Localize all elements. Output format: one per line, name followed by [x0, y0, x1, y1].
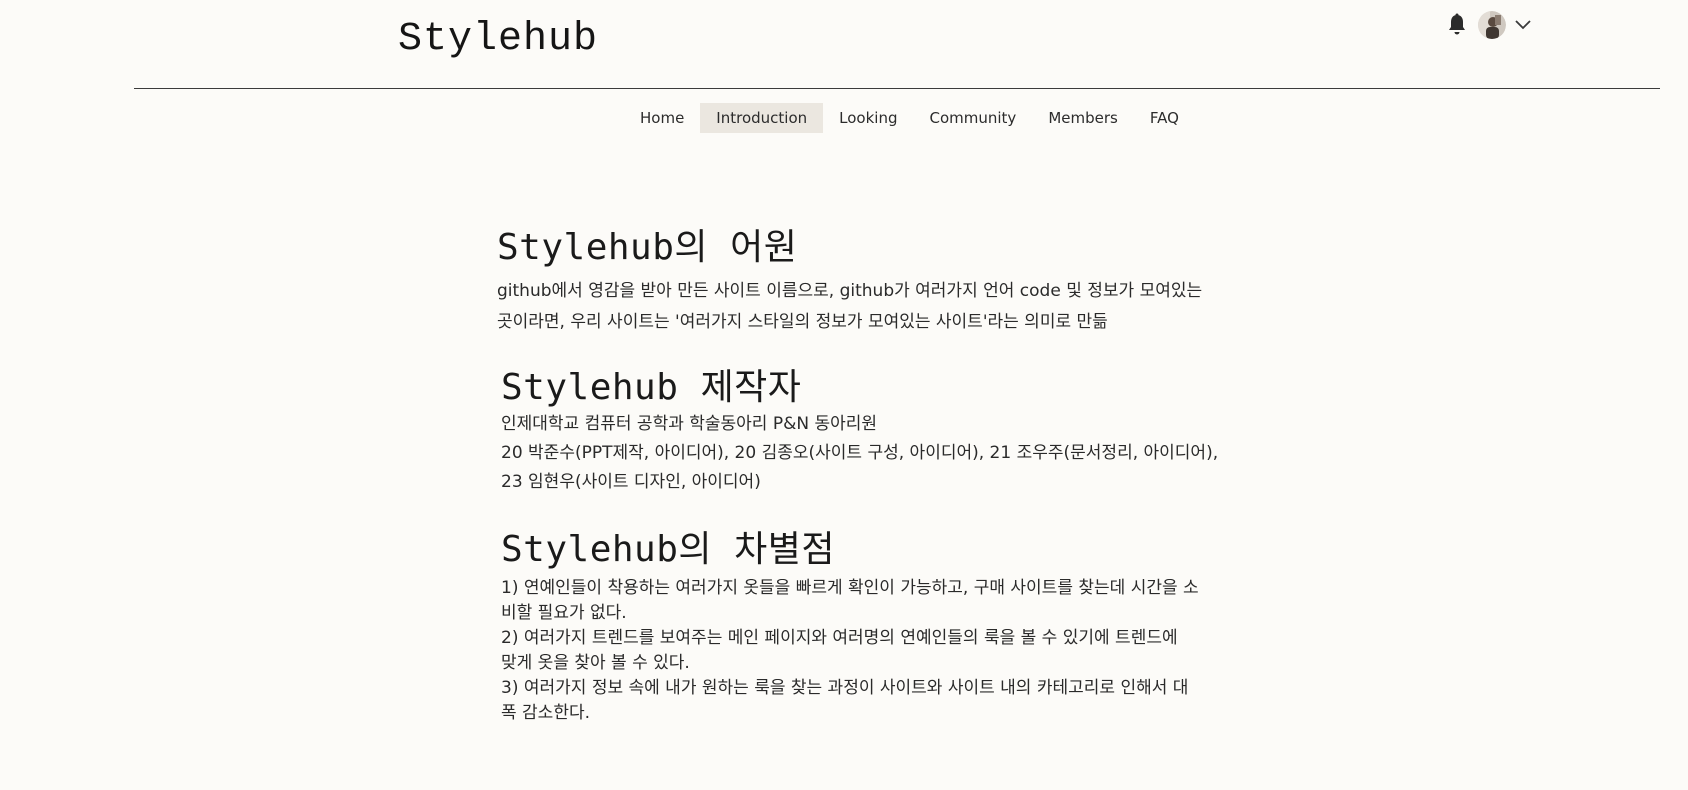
nav-item-introduction[interactable]: Introduction — [700, 103, 824, 133]
makers-line: 20 박준수(PPT제작, 아이디어), 20 김종오(사이트 구성, 아이디어… — [501, 443, 1219, 463]
difference-line: 1) 연예인들이 착용하는 여러가지 옷들을 빠르게 확인이 가능하고, 구매 … — [501, 578, 1199, 598]
makers-text: 인제대학교 컴퓨터 공학과 학술동아리 P&N 동아리원 20 박준수(PPT제… — [501, 410, 1291, 497]
origin-section: Stylehub의 어원 github에서 영감을 받아 만든 사이트 이름으로… — [497, 226, 1287, 338]
nav-item-community[interactable]: Community — [913, 103, 1032, 133]
difference-section: Stylehub의 차별점 1) 연예인들이 착용하는 여러가지 옷들을 빠르게… — [501, 528, 1291, 726]
makers-section: Stylehub 제작자 인제대학교 컴퓨터 공학과 학술동아리 P&N 동아리… — [501, 366, 1291, 497]
origin-text: github에서 영감을 받아 만든 사이트 이름으로, github가 여러가… — [497, 276, 1287, 338]
page: Stylehub Home Introduction Looking Commu… — [0, 0, 1688, 790]
origin-line: 곳이라면, 우리 사이트는 '여러가지 스타일의 정보가 모여있는 사이트'라는… — [497, 312, 1108, 332]
makers-line: 23 임현우(사이트 디자인, 아이디어) — [501, 472, 761, 492]
difference-heading: Stylehub의 차별점 — [501, 529, 836, 570]
site-title[interactable]: Stylehub — [398, 16, 598, 64]
makers-line: 인제대학교 컴퓨터 공학과 학술동아리 P&N 동아리원 — [501, 414, 878, 434]
header-tools — [1446, 10, 1532, 40]
difference-text: 1) 연예인들이 착용하는 여러가지 옷들을 빠르게 확인이 가능하고, 구매 … — [501, 576, 1291, 726]
main-nav: Home Introduction Looking Community Memb… — [624, 103, 1195, 133]
difference-line: 비할 필요가 없다. — [501, 603, 627, 623]
nav-item-faq[interactable]: FAQ — [1134, 103, 1195, 133]
bell-icon[interactable] — [1446, 13, 1468, 37]
chevron-down-icon[interactable] — [1514, 19, 1532, 31]
origin-line: github에서 영감을 받아 만든 사이트 이름으로, github가 여러가… — [497, 281, 1203, 301]
origin-heading: Stylehub의 어원 — [497, 227, 798, 268]
difference-line: 2) 여러가지 트렌드를 보여주는 메인 페이지와 여러명의 연예인들의 룩을 … — [501, 628, 1178, 648]
nav-item-members[interactable]: Members — [1032, 103, 1134, 133]
makers-heading: Stylehub 제작자 — [501, 367, 802, 408]
nav-item-home[interactable]: Home — [624, 103, 700, 133]
header-divider — [134, 88, 1660, 89]
account-menu[interactable] — [1478, 11, 1532, 39]
difference-line: 맞게 옷을 찾아 볼 수 있다. — [501, 653, 690, 673]
difference-line: 3) 여러가지 정보 속에 내가 원하는 룩을 찾는 과정이 사이트와 사이트 … — [501, 678, 1189, 698]
avatar[interactable] — [1478, 11, 1506, 39]
nav-item-looking[interactable]: Looking — [823, 103, 913, 133]
difference-line: 폭 감소한다. — [501, 703, 591, 723]
